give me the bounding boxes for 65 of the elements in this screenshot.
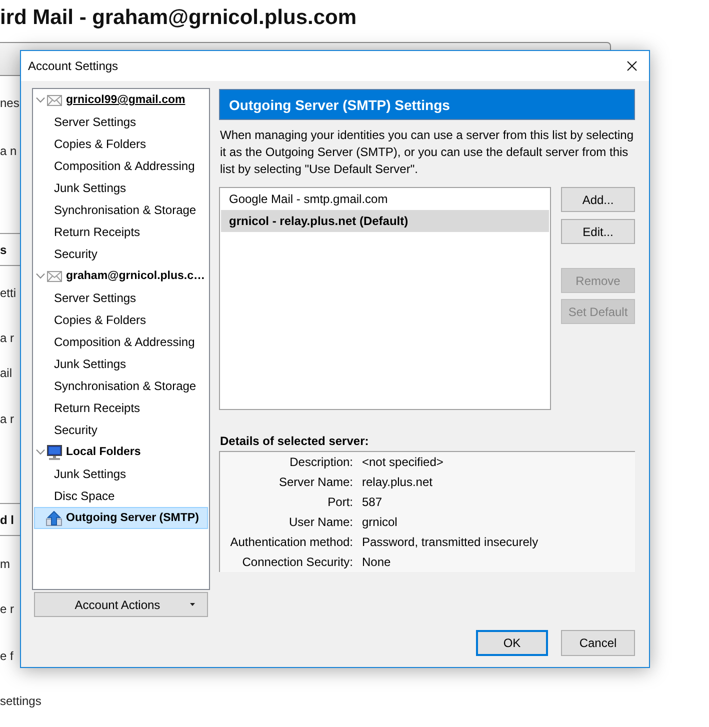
tree-item[interactable]: Return Receipts	[34, 397, 208, 419]
tree-item[interactable]: Local Folders	[34, 441, 208, 463]
detail-label: Description:	[290, 455, 353, 469]
background-text: m	[0, 556, 10, 572]
detail-label: User Name:	[288, 515, 353, 529]
detail-value: grnicol	[362, 515, 398, 529]
tree-item[interactable]: Disc Space	[34, 485, 208, 507]
server-action-button[interactable]: Edit...	[561, 219, 635, 244]
tree-item[interactable]: Junk Settings	[34, 353, 208, 375]
detail-label: Connection Security:	[242, 555, 353, 569]
account-actions-button[interactable]: Account Actions	[34, 592, 208, 617]
background-text: etti	[0, 285, 16, 301]
cancel-button[interactable]: Cancel	[561, 630, 635, 656]
details-heading: Details of selected server:	[220, 433, 370, 449]
tree-item[interactable]: Security	[34, 243, 208, 265]
chevron-down-icon[interactable]	[36, 273, 45, 279]
tree-item[interactable]: Copies & Folders	[34, 309, 208, 331]
tree-item[interactable]: Synchronisation & Storage	[34, 199, 208, 221]
tree-item[interactable]: Security	[34, 419, 208, 441]
background-text: ail	[0, 365, 12, 381]
chevron-down-icon[interactable]	[36, 449, 45, 455]
envelope-icon	[47, 270, 62, 282]
tree-item[interactable]: Junk Settings	[34, 177, 208, 199]
section-heading: s	[0, 242, 7, 258]
close-icon	[627, 61, 637, 71]
server-list-item[interactable]: grnicol - relay.plus.net (Default)	[221, 210, 549, 232]
tree-item[interactable]: Server Settings	[34, 111, 208, 133]
background-text: nes	[0, 95, 20, 111]
ok-button[interactable]: OK	[476, 630, 548, 656]
chevron-down-icon[interactable]	[36, 97, 45, 103]
tree-item[interactable]: Outgoing Server (SMTP)	[34, 507, 208, 529]
description-text: When managing your identities you can use a server from this list by selecting it as the Outgoing Server (SMTP), or you can use the default server from this list by selecting "Use Default Server".	[220, 127, 635, 178]
detail-value: relay.plus.net	[362, 475, 432, 489]
tree-item[interactable]: Composition & Addressing	[34, 155, 208, 177]
tree-item[interactable]: Copies & Folders	[34, 133, 208, 155]
background-text: a r	[0, 330, 14, 346]
caret-icon	[190, 603, 195, 606]
tree-item[interactable]: Return Receipts	[34, 221, 208, 243]
tree-item[interactable]: Server Settings	[34, 287, 208, 309]
background-text: e f	[0, 648, 14, 664]
detail-value: 587	[362, 495, 382, 509]
monitor-icon	[47, 444, 62, 460]
background-text: a r	[0, 411, 14, 427]
detail-value: None	[362, 555, 391, 569]
tree-item[interactable]: grnicol99@gmail.com	[34, 89, 208, 111]
background-text: e r	[0, 601, 14, 617]
server-list-item[interactable]: Google Mail - smtp.gmail.com	[220, 188, 550, 210]
tree-item[interactable]: Junk Settings	[34, 463, 208, 485]
section-heading: d l	[0, 512, 14, 528]
section-title: Outgoing Server (SMTP) Settings	[219, 89, 635, 120]
detail-label: Port:	[328, 495, 353, 509]
upload-arrow-icon	[46, 510, 62, 526]
detail-label: Authentication method:	[230, 535, 353, 549]
detail-value: Password, transmitted insecurely	[362, 535, 538, 549]
detail-label: Server Name:	[278, 475, 353, 489]
background-text: settings	[0, 693, 42, 709]
window-title: Account Settings	[28, 59, 118, 73]
detail-value: <not specified>	[362, 455, 444, 469]
background-text: a n	[0, 143, 17, 159]
envelope-icon	[47, 94, 62, 106]
page-heading: ird Mail - graham@grnicol.plus.com	[0, 6, 357, 30]
tree-item[interactable]: Synchronisation & Storage	[34, 375, 208, 397]
tree-item[interactable]: graham@grnicol.plus.c…	[34, 265, 208, 287]
server-action-button[interactable]: Add...	[561, 187, 635, 212]
tree-item[interactable]: Composition & Addressing	[34, 331, 208, 353]
